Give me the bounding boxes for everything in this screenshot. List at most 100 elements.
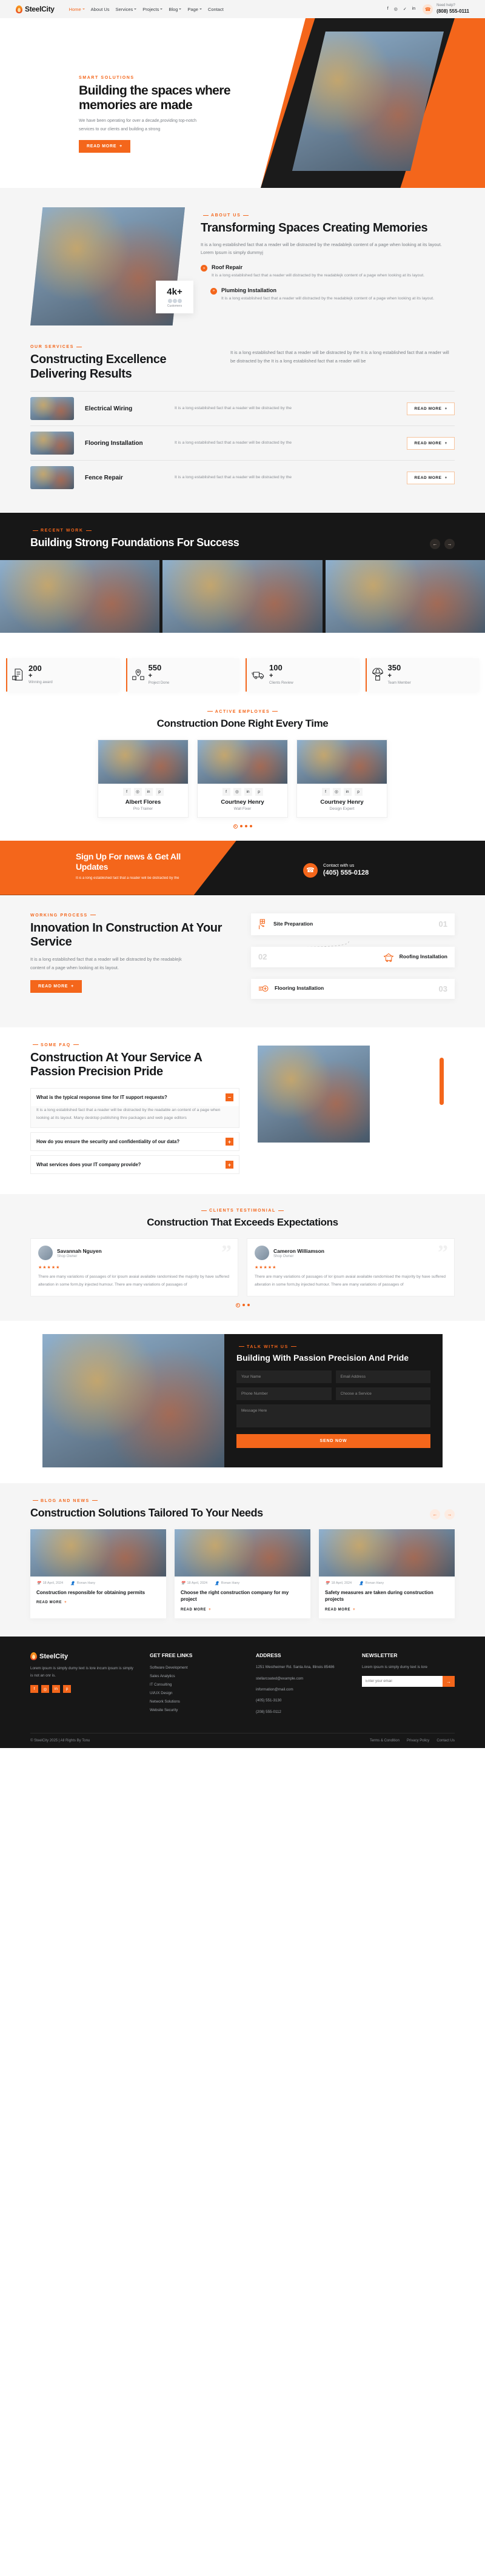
instagram-icon[interactable]: ◎: [332, 787, 341, 796]
faq-item-1[interactable]: What is the typical response time for IT…: [30, 1087, 239, 1129]
carousel-dot[interactable]: [242, 1304, 245, 1307]
linkedin-icon[interactable]: in: [412, 7, 415, 12]
footer-email[interactable]: stellarcoated@example.com: [256, 1675, 349, 1682]
process-title: Innovation In Construction At Your Servi…: [30, 921, 222, 949]
blog-card[interactable]: 📅 18 April, 2024 👤 Ronan Hany Choose the ri…: [175, 1529, 310, 1619]
footer-link[interactable]: Software Development: [150, 1664, 242, 1672]
nav-item-blog[interactable]: Blog: [169, 7, 182, 12]
newsletter-submit-button[interactable]: →: [443, 1676, 455, 1687]
service-row[interactable]: Fence Repair It is a long established fa…: [30, 460, 455, 495]
faq-item-2[interactable]: How do you ensure the security and confi…: [30, 1132, 239, 1152]
instagram-icon[interactable]: ◎: [41, 1685, 49, 1693]
footer-link[interactable]: Network Solutions: [150, 1698, 242, 1706]
footer-email-secondary[interactable]: information@mail.com: [256, 1686, 349, 1693]
faq-item-3[interactable]: What services does your IT company provi…: [30, 1155, 239, 1175]
process-step-2[interactable]: 02 Roofing Installation: [251, 946, 455, 967]
linkedin-icon[interactable]: in: [343, 787, 352, 796]
calendar-icon: 📅: [36, 1581, 41, 1586]
twitter-icon[interactable]: ✓: [403, 7, 407, 12]
plus-icon[interactable]: +: [226, 1138, 233, 1146]
instagram-icon[interactable]: ◎: [233, 787, 241, 796]
header-help[interactable]: ☎ Need help? (808) 555-0111: [423, 4, 469, 15]
plus-icon: +: [444, 406, 447, 411]
service-select[interactable]: [335, 1387, 430, 1401]
plus-icon[interactable]: +: [226, 1161, 233, 1169]
nav-item-home[interactable]: Home: [69, 7, 85, 12]
recent-work-section: RECENT WORK Building Strong Foundations …: [0, 513, 485, 649]
arrow-right-icon[interactable]: →: [444, 1509, 455, 1520]
service-read-more-button[interactable]: READ MORE +: [407, 402, 455, 415]
cta-contact[interactable]: ☎ Contact with us (405) 555-0128: [303, 863, 369, 878]
footer-link[interactable]: IT Consulting: [150, 1681, 242, 1689]
blog-card[interactable]: 📅 18 April, 2024 👤 Ronan Hany Safety measur…: [319, 1529, 455, 1619]
footer-logo[interactable]: SteelCity: [30, 1652, 136, 1661]
terms-link[interactable]: Terms & Condition: [370, 1739, 400, 1743]
carousel-dot[interactable]: [249, 825, 252, 828]
process-step-1[interactable]: Site Preparation 01: [251, 913, 455, 935]
linkedin-icon[interactable]: in: [52, 1685, 60, 1693]
nav-item-about[interactable]: About Us: [91, 7, 110, 12]
pinterest-icon[interactable]: p: [255, 787, 263, 796]
facebook-icon[interactable]: f: [387, 7, 389, 12]
service-read-more-button[interactable]: READ MORE +: [407, 436, 455, 450]
arrow-left-icon[interactable]: ←: [430, 1509, 440, 1520]
facebook-icon[interactable]: f: [321, 787, 330, 796]
linkedin-icon[interactable]: in: [244, 787, 252, 796]
site-preparation-icon: [259, 919, 265, 929]
brand-logo[interactable]: SteelCity: [16, 5, 55, 13]
blog-read-more-button[interactable]: READ MORE +: [30, 1596, 166, 1611]
work-image[interactable]: [0, 560, 160, 633]
hero-read-more-button[interactable]: READ MORE +: [79, 140, 130, 153]
facebook-icon[interactable]: f: [222, 787, 230, 796]
carousel-dot[interactable]: [239, 825, 242, 828]
blog-read-more-button[interactable]: READ MORE +: [175, 1603, 310, 1618]
service-read-more-button[interactable]: READ MORE +: [407, 471, 455, 484]
instagram-icon[interactable]: ◎: [133, 787, 142, 796]
process-read-more-button[interactable]: READ MORE +: [30, 979, 82, 993]
arrow-left-icon[interactable]: ←: [430, 539, 440, 550]
send-now-button[interactable]: SEND NOW: [236, 1434, 430, 1449]
arrow-right-icon[interactable]: →: [444, 539, 455, 550]
work-image[interactable]: [162, 560, 323, 633]
nav-item-services[interactable]: Services: [116, 7, 137, 12]
privacy-link[interactable]: Privacy Policy: [407, 1739, 429, 1743]
linkedin-icon[interactable]: in: [144, 787, 153, 796]
blog-read-more-button[interactable]: READ MORE +: [319, 1603, 455, 1618]
calendar-icon: 📅: [181, 1581, 186, 1586]
footer-link[interactable]: UI/UX Design: [150, 1689, 242, 1698]
blog-card[interactable]: 📅 18 April, 2024 👤 Ronan Hany Construction …: [30, 1529, 166, 1619]
service-row[interactable]: Electrical Wiring It is a long establish…: [30, 391, 455, 425]
facebook-icon[interactable]: f: [122, 787, 131, 796]
nav-item-page[interactable]: Page: [187, 7, 202, 12]
instagram-icon[interactable]: ◎: [394, 7, 398, 12]
carousel-dot[interactable]: [244, 825, 247, 828]
pinterest-icon[interactable]: p: [63, 1685, 71, 1693]
process-step-3[interactable]: Flooring Installation 03: [251, 978, 455, 999]
pinterest-icon[interactable]: p: [354, 787, 363, 796]
pinterest-icon[interactable]: p: [155, 787, 164, 796]
footer-phone-secondary[interactable]: (208) 555-0112: [256, 1709, 349, 1715]
brand-name: SteelCity: [39, 1652, 69, 1660]
contact-link[interactable]: Contact Us: [436, 1739, 455, 1743]
newsletter-email-input[interactable]: [362, 1676, 443, 1687]
blog-post-title: Construction responsible for obtaining p…: [36, 1589, 146, 1595]
footer-link[interactable]: Sales Analytics: [150, 1672, 242, 1681]
phone-input[interactable]: [236, 1387, 332, 1401]
service-row[interactable]: Flooring Installation It is a long estab…: [30, 425, 455, 460]
nav-item-projects[interactable]: Projects: [142, 7, 163, 12]
testimonial-name: Savannah Nguyen: [57, 1247, 102, 1254]
carousel-dot-active[interactable]: [233, 824, 238, 829]
team-name: Albert Flores: [125, 798, 161, 806]
nav-item-contact[interactable]: Contact: [208, 7, 224, 12]
message-textarea[interactable]: [236, 1404, 430, 1428]
name-input[interactable]: [236, 1370, 332, 1384]
work-image[interactable]: [325, 560, 485, 633]
carousel-dot-active[interactable]: [235, 1303, 240, 1307]
email-input[interactable]: [335, 1370, 430, 1384]
facebook-icon[interactable]: f: [30, 1685, 38, 1693]
footer-phone[interactable]: (405) 551-3130: [256, 1697, 349, 1704]
footer-newsletter-text: Lorem ipsum is simply dumy text is lore: [362, 1665, 427, 1670]
footer-link[interactable]: Website Security: [150, 1706, 242, 1715]
minus-icon[interactable]: –: [226, 1093, 233, 1101]
carousel-dot[interactable]: [247, 1304, 250, 1307]
